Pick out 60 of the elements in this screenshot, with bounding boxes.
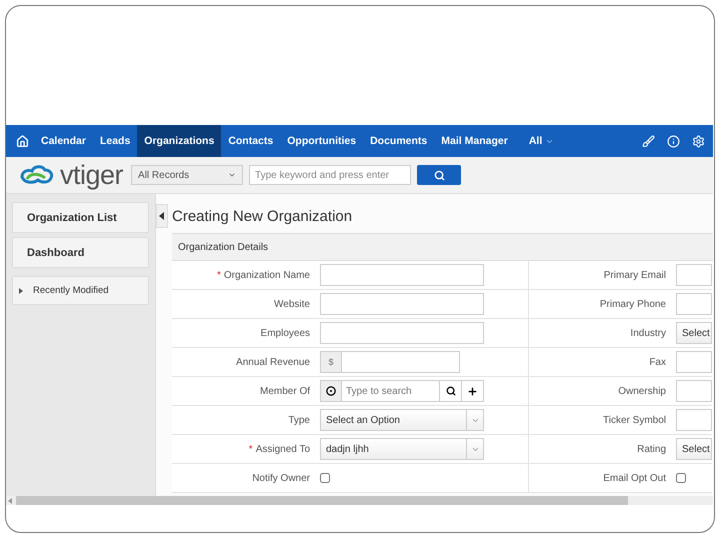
info-icon[interactable] [667, 134, 680, 148]
text-field[interactable] [676, 264, 712, 286]
nav-tab[interactable]: Contacts [221, 125, 280, 157]
field-label: * Organization Name [172, 261, 316, 290]
nav-tab[interactable]: Documents [363, 125, 434, 157]
field-label: Primary Phone [528, 290, 672, 319]
field-label: Rating [528, 435, 672, 464]
reference-field[interactable]: Type to search [320, 380, 484, 402]
search-icon [434, 170, 445, 180]
search-button[interactable] [417, 165, 462, 185]
search-icon [446, 386, 456, 396]
select-field[interactable]: Select [676, 322, 712, 344]
caret-icon [228, 171, 236, 179]
text-field[interactable] [676, 409, 712, 431]
plus-icon [467, 386, 478, 396]
field-label: Ownership [528, 377, 672, 406]
brush-icon[interactable] [642, 134, 655, 148]
page-title: Creating New Organization [172, 208, 352, 227]
settings-icon[interactable] [692, 134, 705, 148]
text-field[interactable] [676, 351, 712, 373]
left-triangle-icon[interactable] [8, 498, 12, 504]
text-field[interactable] [676, 380, 712, 402]
select-field[interactable]: dadjn ljhh [320, 438, 484, 460]
sidebar-item[interactable]: Organization List [12, 202, 149, 233]
field-label: Type [172, 406, 316, 435]
text-field[interactable] [320, 293, 484, 315]
currency-field[interactable]: $ [320, 351, 460, 373]
logo-text: vtiger [60, 162, 124, 188]
checkbox[interactable] [676, 473, 686, 483]
all-menu[interactable]: All [528, 125, 554, 157]
scope-select[interactable]: All Records [131, 165, 244, 185]
text-field[interactable] [676, 293, 712, 315]
select-field[interactable]: Select [676, 438, 712, 460]
field-label: Ticker Symbol [528, 406, 672, 435]
nav-tab[interactable]: Mail Manager [434, 125, 515, 157]
text-field[interactable] [320, 264, 484, 286]
text-field[interactable] [320, 322, 484, 344]
scrollbar[interactable] [6, 496, 713, 505]
left-triangle-icon [159, 212, 165, 220]
field-label: Email Opt Out [528, 464, 672, 493]
nav-tab[interactable]: Organizations [137, 125, 222, 157]
field-label: Primary Email [528, 261, 672, 290]
field-label: Employees [172, 319, 316, 348]
field-label: Industry [528, 319, 672, 348]
nav-tab[interactable]: Opportunities [280, 125, 364, 157]
sidebar-item[interactable]: Recently Modified [12, 276, 149, 305]
section-header: Organization Details [172, 233, 713, 261]
field-label: Notify Owner [172, 464, 316, 493]
field-label: Fax [528, 348, 672, 377]
nav-tab[interactable]: Leads [92, 125, 138, 157]
field-label: * Assigned To [172, 435, 316, 464]
collapse-button[interactable] [156, 204, 168, 228]
field-label: Website [172, 290, 316, 319]
field-label: Member Of [172, 377, 316, 406]
nav-tab[interactable]: Calendar [34, 125, 93, 157]
search-field[interactable]: Type keyword and press enter [249, 165, 412, 185]
sidebar-item[interactable]: Dashboard [12, 237, 149, 268]
field-label: Annual Revenue [172, 348, 316, 377]
select-field[interactable]: Select an Option [320, 409, 484, 431]
checkbox[interactable] [320, 473, 330, 483]
